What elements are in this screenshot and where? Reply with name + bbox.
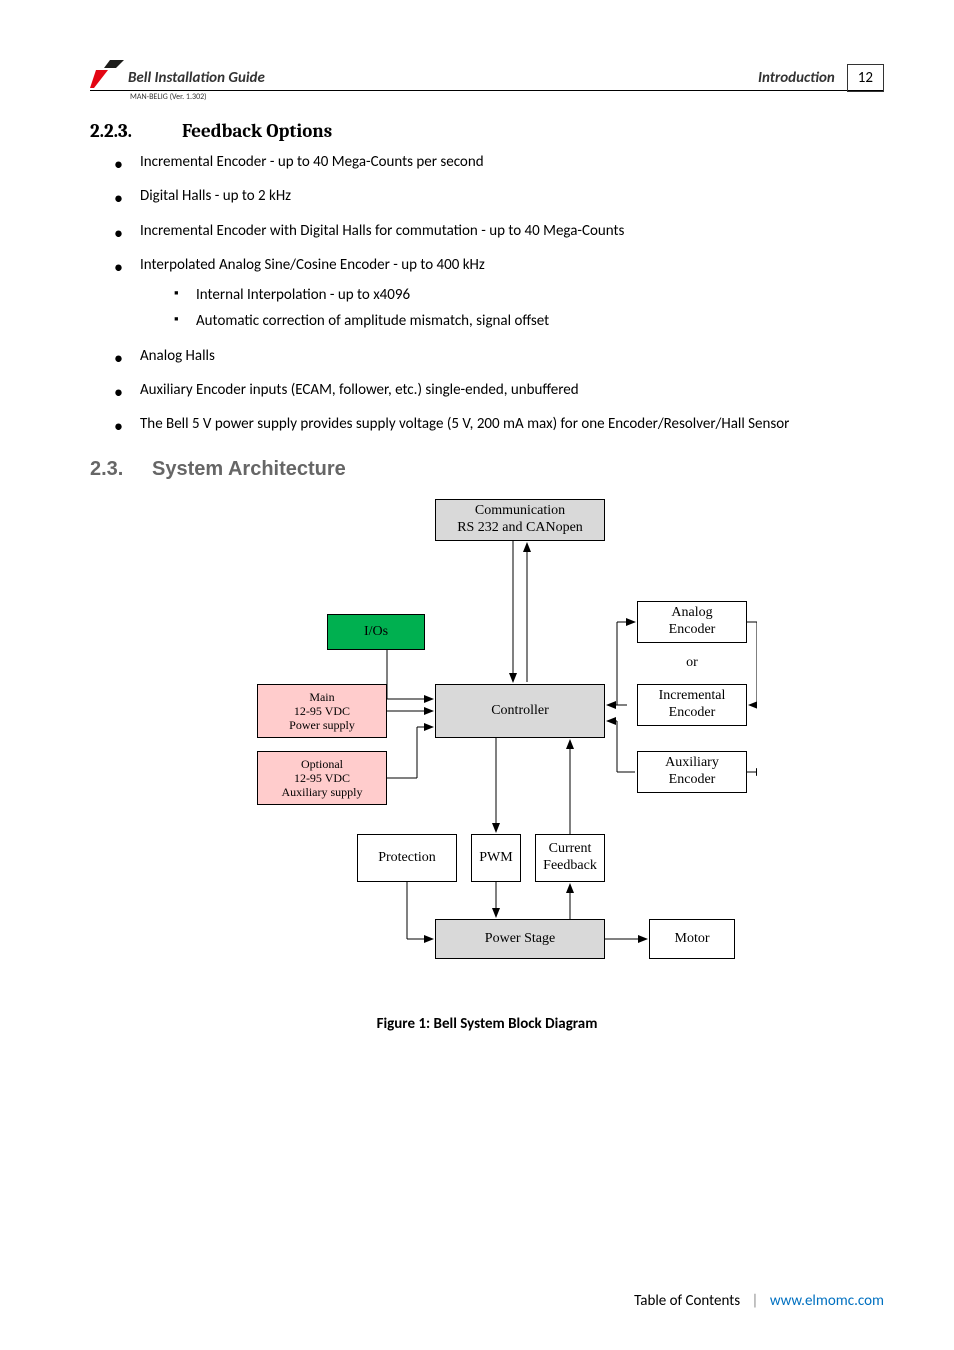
footer-link[interactable]: www.elmomc.com (770, 1292, 884, 1310)
list-item: The Bell 5 V power supply provides suppl… (110, 414, 884, 434)
page-number: 12 (847, 64, 884, 92)
main-l3: Power supply (289, 718, 355, 732)
comm-line2: RS 232 and CANopen (457, 520, 583, 535)
list-item: Interpolated Analog Sine/Cosine Encoder … (110, 255, 884, 332)
elmo-logo-icon (90, 60, 124, 88)
logo-block (90, 60, 124, 88)
list-item: Auxiliary Encoder inputs (ECAM, follower… (110, 380, 884, 400)
heading-text: Feedback Options (182, 120, 332, 142)
diagram-auxiliary-encoder-box: Auxiliary Encoder (637, 751, 747, 793)
opt-l3: Auxiliary supply (282, 785, 363, 799)
sub-list-item: Automatic correction of amplitude mismat… (170, 311, 884, 331)
opt-l1: Optional (301, 757, 343, 771)
list-item-text: Interpolated Analog Sine/Cosine Encoder … (140, 256, 485, 274)
list-item: Analog Halls (110, 346, 884, 366)
figure-caption: Figure 1: Bell System Block Diagram (90, 1015, 884, 1033)
feedback-options-list: Incremental Encoder - up to 40 Mega-Coun… (90, 152, 884, 434)
diagram-optional-power-box: Optional 12-95 VDC Auxiliary supply (257, 751, 387, 805)
diagram-container: Communication RS 232 and CANopen I/Os Ma… (90, 499, 884, 999)
diagram-or-label: or (637, 655, 747, 671)
page-header: Bell Installation Guide Introduction 12 (90, 60, 884, 91)
diagram-analog-encoder-box: Analog Encoder (637, 601, 747, 643)
diagram-protection-box: Protection (357, 834, 457, 882)
diagram-current-feedback-box: Current Feedback (535, 834, 605, 882)
diagram-communication-box: Communication RS 232 and CANopen (435, 499, 605, 541)
main-l1: Main (309, 690, 334, 704)
list-item: Incremental Encoder with Digital Halls f… (110, 221, 884, 241)
heading-text: System Architecture (152, 458, 346, 480)
list-item: Incremental Encoder - up to 40 Mega-Coun… (110, 152, 884, 172)
footer-separator: | (752, 1292, 759, 1310)
heading-number: 2.2.3. (90, 120, 182, 142)
opt-l2: 12-95 VDC (294, 771, 350, 785)
inc-l1: Incremental (659, 688, 726, 703)
page-footer: Table of Contents | www.elmomc.com (634, 1292, 884, 1310)
inc-l2: Encoder (669, 705, 716, 720)
list-item: Digital Halls - up to 2 kHz (110, 186, 884, 206)
heading-2-3: 2.3.System Architecture (90, 458, 884, 481)
system-block-diagram: Communication RS 232 and CANopen I/Os Ma… (217, 499, 757, 999)
comm-line1: Communication (475, 503, 565, 518)
diagram-incremental-encoder-box: Incremental Encoder (637, 684, 747, 726)
ana-l1: Analog (671, 605, 712, 620)
ana-l2: Encoder (669, 622, 716, 637)
heading-number: 2.3. (90, 458, 152, 481)
sub-list: Internal Interpolation - up to x4096 Aut… (140, 285, 884, 332)
diagram-motor-box: Motor (649, 919, 735, 959)
heading-2-2-3: 2.2.3.Feedback Options (90, 120, 884, 142)
aux-l2: Encoder (669, 772, 716, 787)
cfb-l1: Current (549, 841, 592, 856)
diagram-ios-box: I/Os (327, 614, 425, 650)
doc-code: MAN-BELIG (Ver. 1.302) (130, 92, 884, 102)
doc-title: Bell Installation Guide (128, 69, 758, 88)
aux-l1: Auxiliary (665, 755, 719, 770)
footer-toc[interactable]: Table of Contents (634, 1292, 740, 1310)
diagram-pwm-box: PWM (471, 834, 521, 882)
cfb-l2: Feedback (543, 858, 597, 873)
sub-list-item: Internal Interpolation - up to x4096 (170, 285, 884, 305)
diagram-controller-box: Controller (435, 684, 605, 738)
main-l2: 12-95 VDC (294, 704, 350, 718)
header-section: Introduction (758, 69, 835, 88)
diagram-main-power-box: Main 12-95 VDC Power supply (257, 684, 387, 738)
diagram-power-stage-box: Power Stage (435, 919, 605, 959)
